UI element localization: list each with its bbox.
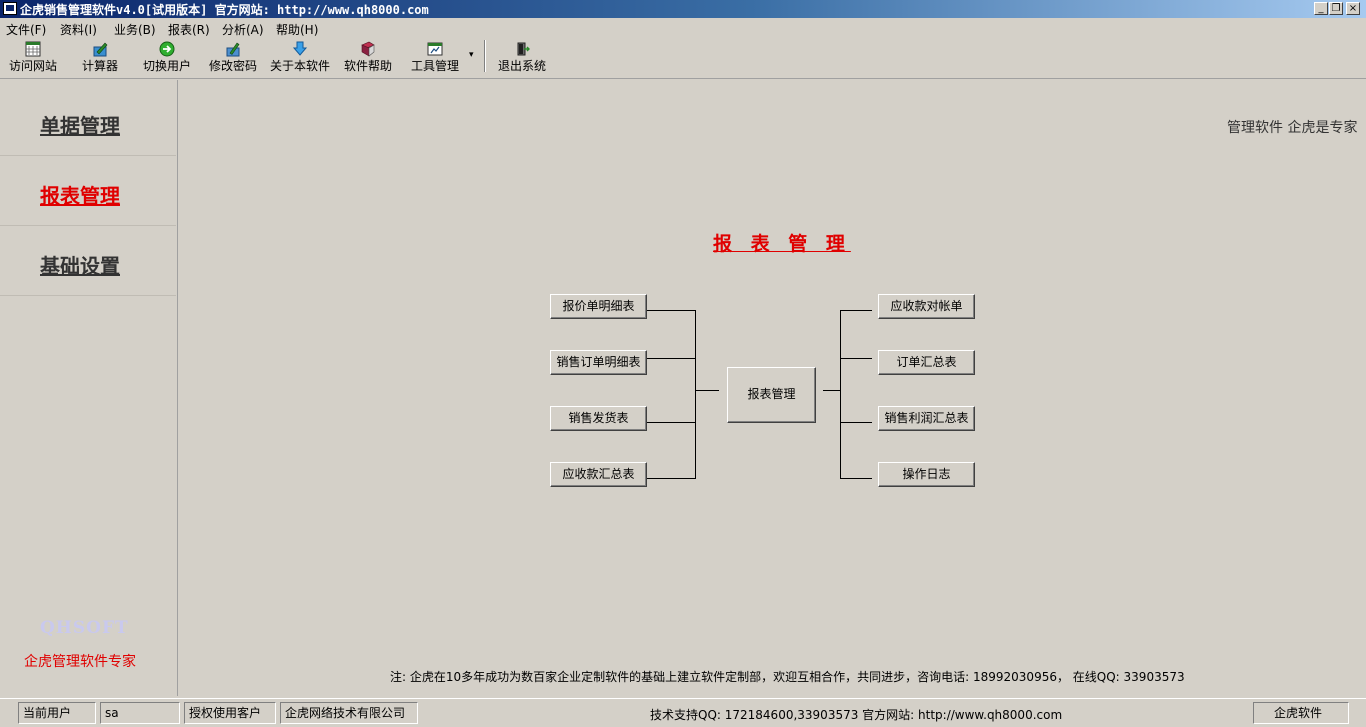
sidebar-item-label: 单据管理 bbox=[40, 114, 120, 138]
toolbar: 访问网站 计算器 切换用户 修改密码 关于本软件 软件帮助 工具管理 ▾ 退出系… bbox=[0, 38, 1366, 79]
software-help-button[interactable]: 软件帮助 bbox=[340, 38, 396, 76]
close-button[interactable]: × bbox=[1346, 2, 1360, 15]
sidebar-item-settings[interactable]: 基础设置 bbox=[0, 226, 176, 296]
licensed-customer-label: 授权使用客户 bbox=[184, 702, 276, 724]
brand-logo-text: QHSOFT bbox=[40, 618, 129, 638]
tool-manager-button[interactable]: 工具管理 bbox=[406, 38, 464, 76]
calculator-label: 计算器 bbox=[81, 59, 118, 73]
connector-line bbox=[695, 310, 696, 479]
switch-user-label: 切换用户 bbox=[142, 59, 191, 73]
sales-shipment-button[interactable]: 销售发货表 bbox=[550, 406, 647, 431]
menu-business[interactable]: 业务(B) bbox=[114, 21, 156, 38]
connector-line bbox=[647, 478, 695, 479]
restore-button[interactable]: ❐ bbox=[1329, 2, 1343, 15]
connector-line bbox=[840, 422, 872, 423]
connector-line bbox=[840, 310, 872, 311]
connector-line bbox=[695, 390, 719, 391]
visit-website-button[interactable]: 访问网站 bbox=[4, 38, 62, 76]
current-user-value: sa bbox=[100, 702, 180, 724]
change-password-button[interactable]: 修改密码 bbox=[204, 38, 262, 76]
green-arrow-circle-icon bbox=[159, 41, 175, 57]
support-info: 技术支持QQ: 172184600,33903573 官方网站: http://… bbox=[650, 708, 1063, 722]
tool-dropdown-arrow[interactable]: ▾ bbox=[469, 50, 474, 60]
footer-note: 注: 企虎在10多年成功为数百家企业定制软件的基础上建立软件定制部，欢迎互相合作… bbox=[390, 670, 1185, 684]
connector-line bbox=[647, 358, 695, 359]
menu-data[interactable]: 资料(I) bbox=[60, 21, 97, 38]
sidebar-item-label: 基础设置 bbox=[40, 254, 120, 278]
receivables-summary-button[interactable]: 应收款汇总表 bbox=[550, 462, 647, 487]
licensed-customer-value: 企虎网络技术有限公司 bbox=[280, 702, 418, 724]
app-icon bbox=[3, 2, 17, 15]
toolbar-separator bbox=[484, 40, 486, 72]
exit-system-button[interactable]: 退出系统 bbox=[494, 38, 550, 76]
blue-down-arrow-icon bbox=[292, 41, 308, 56]
software-help-label: 软件帮助 bbox=[343, 59, 392, 73]
tool-manager-label: 工具管理 bbox=[410, 59, 459, 73]
status-bar: 当前用户 sa 授权使用客户 企虎网络技术有限公司 技术支持QQ: 172184… bbox=[0, 698, 1366, 727]
status-right: 企虎软件 bbox=[1253, 702, 1349, 724]
switch-user-button[interactable]: 切换用户 bbox=[136, 38, 198, 76]
tool-window-icon bbox=[427, 42, 443, 56]
sales-order-detail-button[interactable]: 销售订单明细表 bbox=[550, 350, 647, 375]
menu-bar: 文件(F) 资料(I) 业务(B) 报表(R) 分析(A) 帮助(H) bbox=[0, 18, 1366, 38]
pen-chart-icon bbox=[226, 42, 240, 57]
calculator-button[interactable]: 计算器 bbox=[72, 38, 128, 76]
visit-website-label: 访问网站 bbox=[8, 59, 57, 73]
about-button[interactable]: 关于本软件 bbox=[268, 38, 332, 76]
menu-analysis[interactable]: 分析(A) bbox=[222, 21, 264, 38]
sidebar: 单据管理 报表管理 基础设置 bbox=[0, 80, 178, 696]
connector-line bbox=[840, 358, 872, 359]
sidebar-item-documents[interactable]: 单据管理 bbox=[0, 86, 176, 156]
brand-tagline: 企虎管理软件专家 bbox=[24, 654, 136, 670]
sales-profit-summary-button[interactable]: 销售利润汇总表 bbox=[878, 406, 975, 431]
menu-help[interactable]: 帮助(H) bbox=[276, 21, 318, 38]
quote-detail-button[interactable]: 报价单明细表 bbox=[550, 294, 647, 319]
receivables-statement-button[interactable]: 应收款对帐单 bbox=[878, 294, 975, 319]
connector-line bbox=[823, 390, 840, 391]
calendar-grid-icon bbox=[25, 41, 41, 57]
connector-line bbox=[840, 478, 872, 479]
title-bar[interactable]: 企虎销售管理软件v4.0[试用版本] 官方网站: http://www.qh80… bbox=[0, 0, 1366, 18]
connector-line bbox=[840, 310, 841, 479]
exit-door-icon bbox=[517, 42, 530, 56]
sidebar-item-label: 报表管理 bbox=[40, 184, 120, 208]
slogan-text: 管理软件 企虎是专家 bbox=[1227, 120, 1358, 136]
menu-report[interactable]: 报表(R) bbox=[168, 21, 210, 38]
menu-file[interactable]: 文件(F) bbox=[6, 21, 46, 38]
operation-log-button[interactable]: 操作日志 bbox=[878, 462, 975, 487]
connector-line bbox=[647, 310, 695, 311]
help-book-icon bbox=[361, 41, 375, 57]
minimize-button[interactable]: _ bbox=[1314, 2, 1328, 15]
window-title: 企虎销售管理软件v4.0[试用版本] 官方网站: http://www.qh80… bbox=[20, 3, 429, 17]
connector-line bbox=[647, 422, 695, 423]
exit-system-label: 退出系统 bbox=[497, 59, 546, 73]
sidebar-item-reports[interactable]: 报表管理 bbox=[0, 156, 176, 226]
page-title: 报 表 管 理 bbox=[713, 233, 851, 255]
change-password-label: 修改密码 bbox=[208, 59, 257, 73]
report-management-button[interactable]: 报表管理 bbox=[727, 367, 816, 423]
calculator-pen-icon bbox=[93, 42, 108, 57]
current-user-label: 当前用户 bbox=[18, 702, 96, 724]
order-summary-button[interactable]: 订单汇总表 bbox=[878, 350, 975, 375]
about-label: 关于本软件 bbox=[269, 59, 330, 73]
